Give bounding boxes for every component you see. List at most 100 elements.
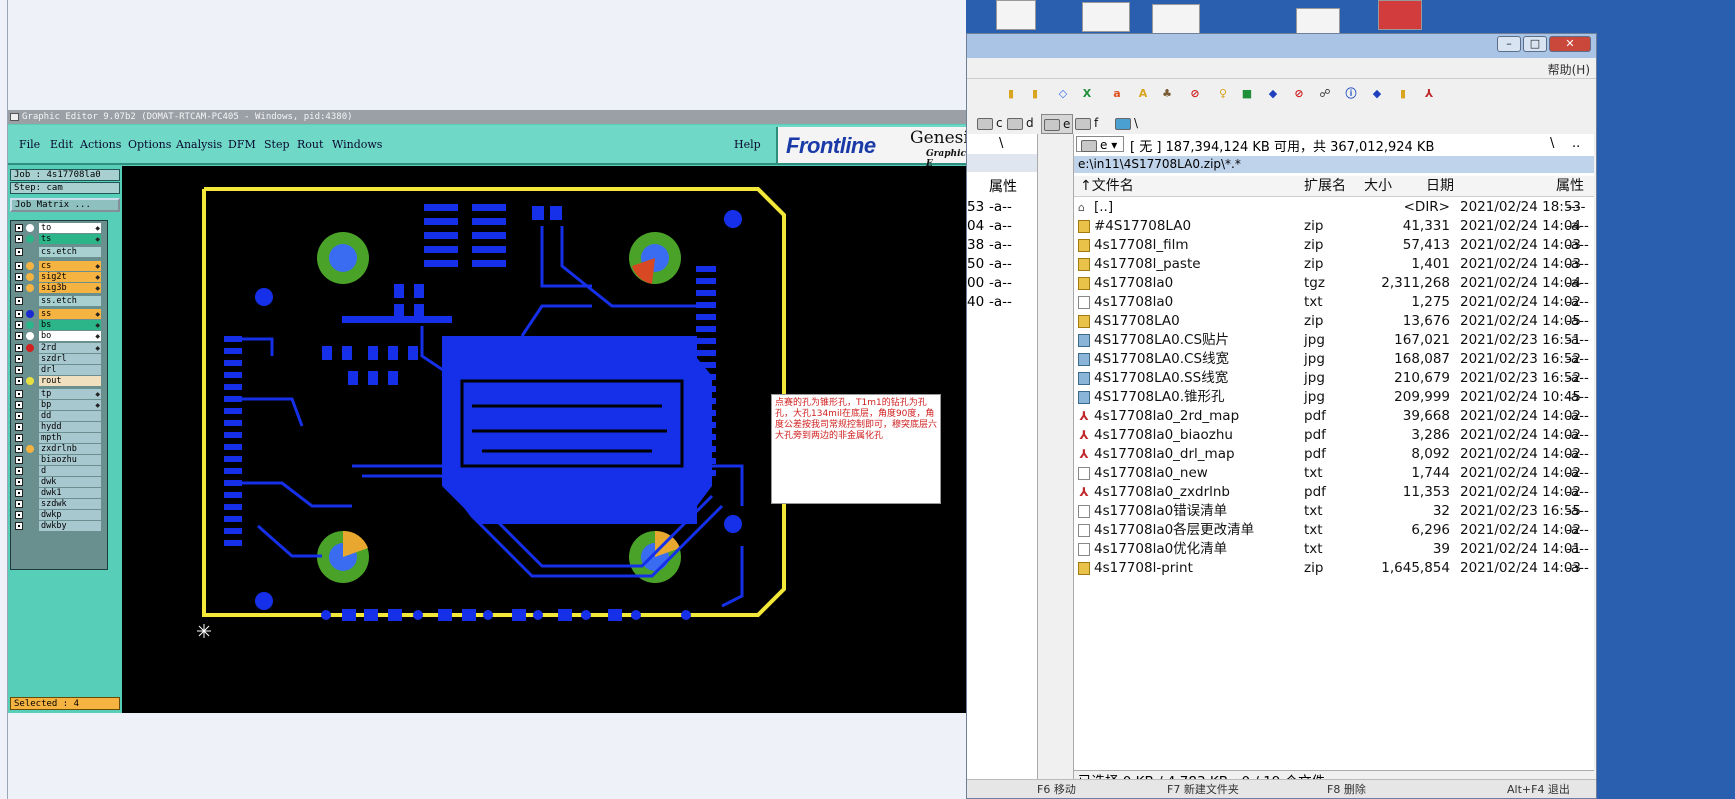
file-row[interactable]: ⅄ 4s17708la0_drl_map pdf 8,092 2021/02/24 14… bbox=[1078, 445, 1590, 464]
layer-checkbox[interactable] bbox=[15, 390, 23, 398]
desktop-icon-5[interactable] bbox=[1378, 0, 1422, 30]
left-file-row[interactable]: 38 -a-- bbox=[967, 236, 1037, 255]
layer-row[interactable]: bo ◆ bbox=[12, 331, 104, 341]
layer-name[interactable]: dwkby bbox=[39, 521, 101, 531]
layer-checkbox[interactable] bbox=[15, 297, 23, 305]
layer-checkbox[interactable] bbox=[15, 445, 23, 453]
menu-help[interactable]: 帮助(H) bbox=[1548, 61, 1590, 78]
header-attr[interactable]: 属性 bbox=[1556, 176, 1584, 196]
folder-icon[interactable]: ▮ bbox=[1003, 86, 1019, 102]
menu-help[interactable]: Help bbox=[734, 138, 761, 151]
left-file-row[interactable]: 50 -a-- bbox=[967, 255, 1037, 274]
layer-row[interactable]: sig3b ◆ bbox=[12, 283, 104, 293]
layer-row[interactable]: drl bbox=[12, 365, 104, 375]
drive-network[interactable]: \ bbox=[1115, 114, 1138, 132]
layer-name[interactable]: mpth bbox=[39, 433, 101, 443]
layer-checkbox[interactable] bbox=[15, 478, 23, 486]
layer-row[interactable]: szdrl bbox=[12, 354, 104, 364]
layer-name[interactable]: szdrl bbox=[39, 354, 101, 364]
layer-row[interactable]: mpth bbox=[12, 433, 104, 443]
file-row[interactable]: #4S17708LA0 zip 41,331 2021/02/24 14:04 -a-- bbox=[1078, 217, 1590, 236]
file-row[interactable]: ⅄ 4s17708la0_2rd_map pdf 39,668 2021/02/24 1… bbox=[1078, 407, 1590, 426]
left-file-pane[interactable]: \ 属性 53 -a-- 04 -a-- 38 -a-- 50 -a-- 00 -a-- 40 -a-… bbox=[967, 134, 1038, 797]
layer-name[interactable]: bp bbox=[39, 400, 101, 410]
f6-move-button[interactable]: F6 移动 bbox=[1037, 780, 1076, 798]
layer-row[interactable]: hydd bbox=[12, 422, 104, 432]
menu-dfm[interactable]: DFM bbox=[228, 138, 256, 151]
folder-icon-2[interactable]: ▮ bbox=[1027, 86, 1043, 102]
layer-row[interactable]: sig2t ◆ bbox=[12, 272, 104, 282]
excel-icon[interactable]: X bbox=[1079, 86, 1095, 102]
layer-row[interactable]: ss ◆ bbox=[12, 309, 104, 319]
info-icon[interactable]: ⓘ bbox=[1343, 86, 1359, 102]
minimize-button[interactable]: – bbox=[1497, 36, 1521, 52]
file-row[interactable]: 4S17708LA0.CS线宽 jpg 168,087 2021/02/23 16:5… bbox=[1078, 350, 1590, 369]
pdf-icon[interactable]: ⅄ bbox=[1421, 86, 1437, 102]
stop-icon[interactable]: ⊘ bbox=[1187, 86, 1203, 102]
layer-checkbox[interactable] bbox=[15, 511, 23, 519]
file-row[interactable]: 4s17708la0 txt 1,275 2021/02/24 14:02 -a-- bbox=[1078, 293, 1590, 312]
right-file-pane[interactable]: e ▾ [ 无 ] 187,394,124 KB 可用，共 367,012,92… bbox=[1073, 134, 1594, 797]
layer-row[interactable]: 2rd ◆ bbox=[12, 343, 104, 353]
menu-step[interactable]: Step bbox=[264, 138, 290, 151]
file-row[interactable]: ⌂ [..] <DIR> 2021/02/24 18:53 ---- bbox=[1078, 198, 1590, 217]
layer-checkbox[interactable] bbox=[15, 423, 23, 431]
file-row[interactable]: 4s17708l_paste zip 1,401 2021/02/24 14:03 -a… bbox=[1078, 255, 1590, 274]
layer-checkbox[interactable] bbox=[15, 467, 23, 475]
header-name[interactable]: ↑文件名 bbox=[1080, 176, 1134, 196]
file-row[interactable]: ⅄ 4s17708la0_zxdrlnb pdf 11,353 2021/02/24 1… bbox=[1078, 483, 1590, 502]
layer-checkbox[interactable] bbox=[15, 377, 23, 385]
close-button[interactable]: ✕ bbox=[1549, 36, 1591, 52]
layer-row[interactable]: bs ◆ bbox=[12, 320, 104, 330]
layer-name[interactable]: tp bbox=[39, 389, 101, 399]
layer-row[interactable]: to ◆ bbox=[12, 223, 104, 233]
layer-row[interactable]: dwkp bbox=[12, 510, 104, 520]
stop-icon-2[interactable]: ⊘ bbox=[1291, 86, 1307, 102]
altf4-exit-button[interactable]: Alt+F4 退出 bbox=[1507, 780, 1570, 798]
layer-row[interactable]: rout bbox=[12, 376, 104, 386]
layer-name[interactable]: cs bbox=[39, 261, 101, 271]
menu-file[interactable]: File bbox=[19, 138, 40, 151]
layer-row[interactable]: zxdrlnb bbox=[12, 444, 104, 454]
desktop-icon-3[interactable] bbox=[1152, 4, 1200, 34]
layer-name[interactable]: 2rd bbox=[39, 343, 101, 353]
layer-checkbox[interactable] bbox=[15, 401, 23, 409]
file-row[interactable]: 4S17708LA0 zip 13,676 2021/02/24 14:05 -a-- bbox=[1078, 312, 1590, 331]
layer-row[interactable]: bp ◆ bbox=[12, 400, 104, 410]
layer-row[interactable]: dwk bbox=[12, 477, 104, 487]
layer-checkbox[interactable] bbox=[15, 284, 23, 292]
layer-row[interactable]: cs.etch bbox=[12, 247, 104, 257]
layer-row[interactable]: ss.etch bbox=[12, 296, 104, 306]
desktop-icon-2[interactable] bbox=[1082, 2, 1130, 32]
gem-icon-2[interactable]: ◆ bbox=[1369, 86, 1385, 102]
layer-row[interactable]: cs ◆ bbox=[12, 261, 104, 271]
doc-icon[interactable]: a bbox=[1109, 86, 1125, 102]
layer-name[interactable]: ss bbox=[39, 309, 101, 319]
path-bar[interactable]: e:\in11\4S17708LA0.zip\*.* bbox=[1074, 156, 1594, 173]
layer-checkbox[interactable] bbox=[15, 248, 23, 256]
layer-name[interactable]: hydd bbox=[39, 422, 101, 432]
file-row[interactable]: 4s17708la0 tgz 2,311,268 2021/02/24 14:04 -a… bbox=[1078, 274, 1590, 293]
layer-checkbox[interactable] bbox=[15, 310, 23, 318]
header-ext[interactable]: 扩展名 bbox=[1304, 176, 1346, 196]
layer-name[interactable]: sig2t bbox=[39, 272, 101, 282]
drive-select[interactable]: e ▾ bbox=[1076, 136, 1124, 152]
layer-checkbox[interactable] bbox=[15, 366, 23, 374]
menu-windows[interactable]: Windows bbox=[332, 138, 382, 151]
layer-name[interactable]: szdwk bbox=[39, 499, 101, 509]
layer-name[interactable]: bs bbox=[39, 320, 101, 330]
f7-newfolder-button[interactable]: F7 新建文件夹 bbox=[1167, 780, 1239, 798]
left-file-row[interactable]: 40 -a-- bbox=[967, 293, 1037, 312]
layer-name[interactable]: sig3b bbox=[39, 283, 101, 293]
layer-name[interactable]: dwk1 bbox=[39, 488, 101, 498]
layer-checkbox[interactable] bbox=[15, 235, 23, 243]
menu-actions[interactable]: Actions bbox=[80, 138, 121, 151]
layer-name[interactable]: zxdrlnb bbox=[39, 444, 101, 454]
folder-key-icon[interactable]: ▮ bbox=[1395, 86, 1411, 102]
file-row[interactable]: 4s17708la0优化清单 txt 39 2021/02/24 14:01 -a-- bbox=[1078, 540, 1590, 559]
layer-row[interactable]: dd bbox=[12, 411, 104, 421]
layer-row[interactable]: tp ◆ bbox=[12, 389, 104, 399]
layer-name[interactable]: cs.etch bbox=[39, 247, 101, 257]
layer-name[interactable]: dd bbox=[39, 411, 101, 421]
green-icon[interactable]: ■ bbox=[1239, 86, 1255, 102]
